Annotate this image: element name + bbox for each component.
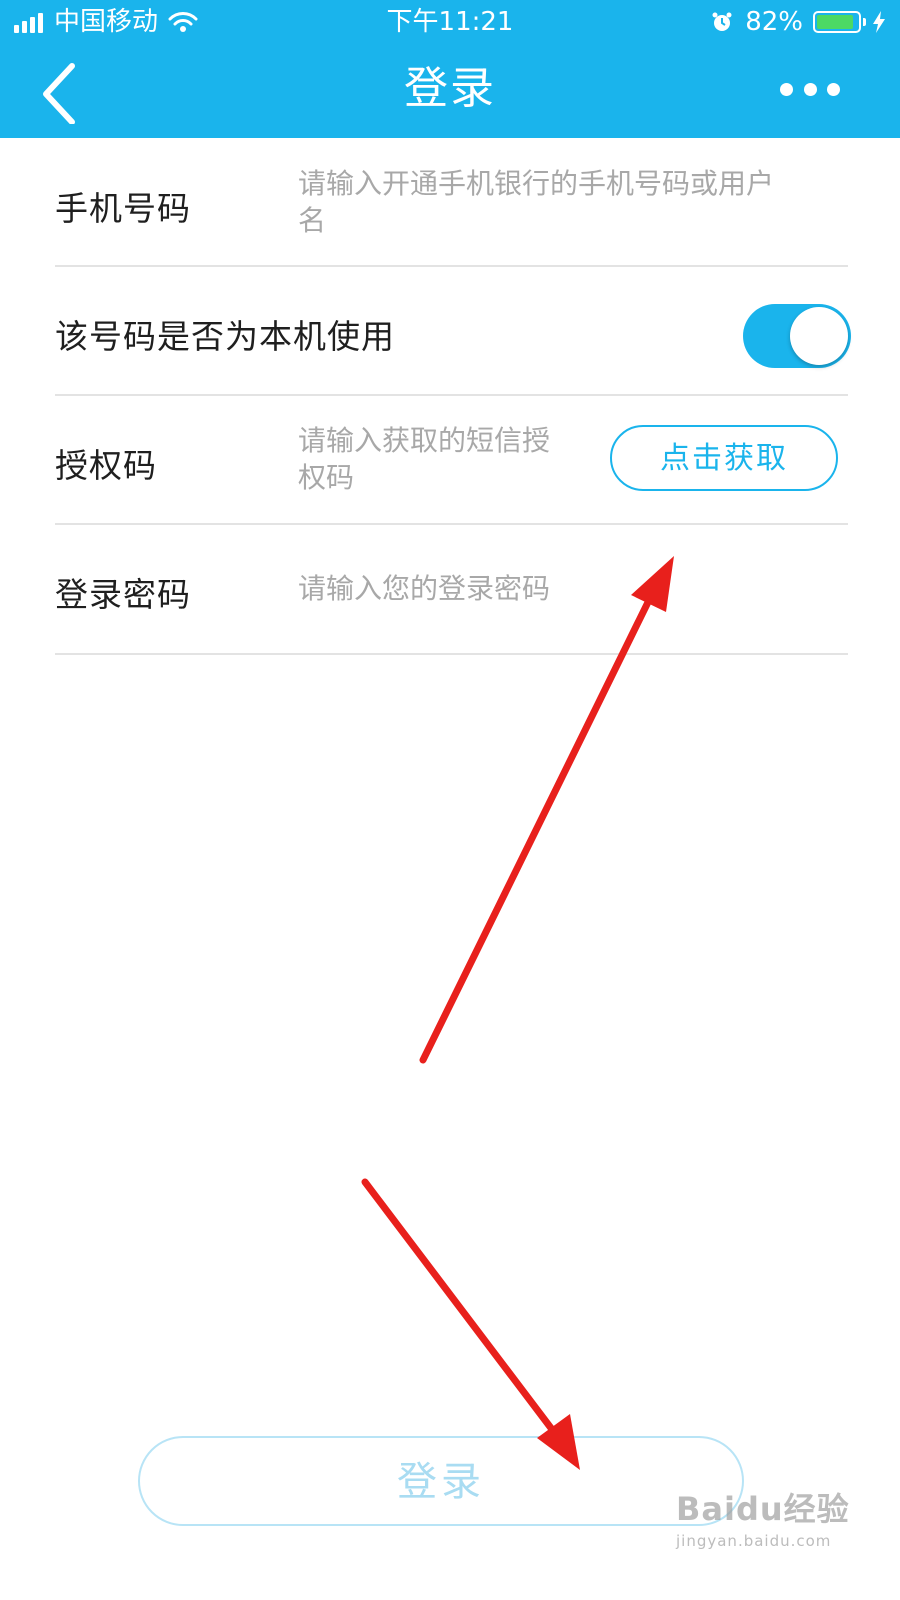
charging-icon — [873, 11, 885, 33]
battery-percent: 82% — [745, 7, 803, 37]
auth-code-label: 授权码 — [55, 446, 157, 485]
watermark-main: Baidu经验 — [676, 1490, 850, 1528]
password-row: 登录密码 — [55, 524, 848, 655]
get-code-button[interactable]: 点击获取 — [610, 425, 838, 491]
own-device-label: 该号码是否为本机使用 — [55, 317, 395, 356]
app-header: 中国移动 下午11:21 82% 登录 — [0, 0, 900, 138]
own-device-toggle[interactable] — [743, 304, 851, 368]
auth-code-input[interactable] — [298, 422, 558, 502]
phone-label: 手机号码 — [55, 189, 191, 228]
password-label: 登录密码 — [55, 575, 191, 614]
phone-input[interactable] — [298, 165, 798, 245]
password-input[interactable] — [298, 568, 818, 608]
watermark-sub: jingyan.baidu.com — [676, 1532, 832, 1550]
page-title: 登录 — [404, 63, 496, 114]
battery-tip — [863, 18, 866, 26]
more-dots-icon[interactable] — [780, 74, 840, 104]
watermark-logo: Baidu经验 jingyan.baidu.com — [676, 1484, 876, 1574]
battery-icon — [813, 11, 861, 33]
alarm-icon — [712, 12, 732, 31]
status-bar: 中国移动 下午11:21 82% — [0, 0, 900, 44]
status-right: 82% — [711, 0, 886, 44]
toggle-knob — [790, 307, 848, 365]
auth-code-row: 授权码 点击获取 — [55, 395, 848, 525]
phone-row: 手机号码 — [55, 138, 848, 267]
navigation-bar: 登录 — [0, 44, 900, 138]
own-device-row: 该号码是否为本机使用 — [55, 266, 851, 396]
login-button[interactable]: 登录 — [138, 1436, 744, 1526]
arrow-to-login — [361, 1178, 580, 1470]
